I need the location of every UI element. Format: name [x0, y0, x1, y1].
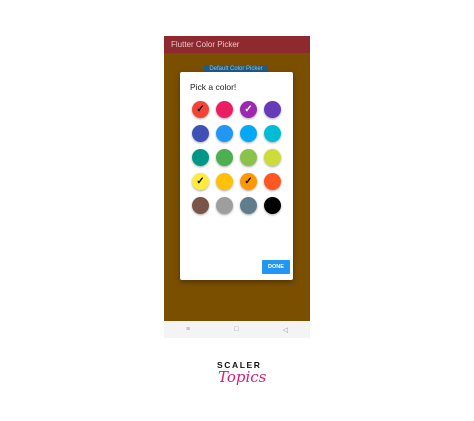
color-swatch[interactable] — [264, 101, 281, 118]
color-swatch[interactable] — [264, 125, 281, 142]
android-nav-bar: ≡ □ ◁ — [164, 321, 310, 338]
color-swatch[interactable] — [264, 173, 281, 190]
color-swatch[interactable]: ✓ — [192, 173, 209, 190]
check-icon: ✓ — [196, 176, 205, 187]
color-swatch[interactable] — [240, 125, 257, 142]
color-swatch-grid: ✓ ✓ ✓ ✓ — [192, 101, 284, 221]
color-swatch[interactable]: ✓ — [240, 173, 257, 190]
color-swatch[interactable] — [264, 149, 281, 166]
color-swatch[interactable] — [264, 197, 281, 214]
recent-apps-icon[interactable]: ≡ — [186, 326, 190, 333]
color-swatch[interactable] — [216, 149, 233, 166]
home-icon[interactable]: □ — [234, 326, 238, 333]
color-swatch[interactable] — [192, 197, 209, 214]
color-swatch[interactable] — [216, 197, 233, 214]
color-swatch[interactable] — [192, 149, 209, 166]
color-swatch[interactable]: ✓ — [240, 101, 257, 118]
color-swatch[interactable]: ✓ — [192, 101, 209, 118]
color-swatch[interactable] — [240, 149, 257, 166]
done-button[interactable]: DONE — [262, 260, 290, 274]
color-swatch[interactable] — [216, 101, 233, 118]
color-swatch[interactable] — [240, 197, 257, 214]
color-swatch[interactable] — [216, 125, 233, 142]
color-picker-dialog: Pick a color! ✓ ✓ ✓ ✓ DONE — [180, 72, 293, 280]
color-swatch[interactable] — [192, 125, 209, 142]
scaler-topics-logo: SCALER Topics — [210, 360, 266, 396]
check-icon: ✓ — [196, 104, 205, 115]
color-swatch[interactable] — [216, 173, 233, 190]
back-icon[interactable]: ◁ — [283, 326, 288, 334]
check-icon: ✓ — [244, 176, 253, 187]
check-icon: ✓ — [244, 104, 253, 115]
dialog-title: Pick a color! — [190, 82, 237, 92]
app-bar-title: Flutter Color Picker — [164, 36, 310, 53]
logo-bottom-text: Topics — [218, 368, 267, 386]
